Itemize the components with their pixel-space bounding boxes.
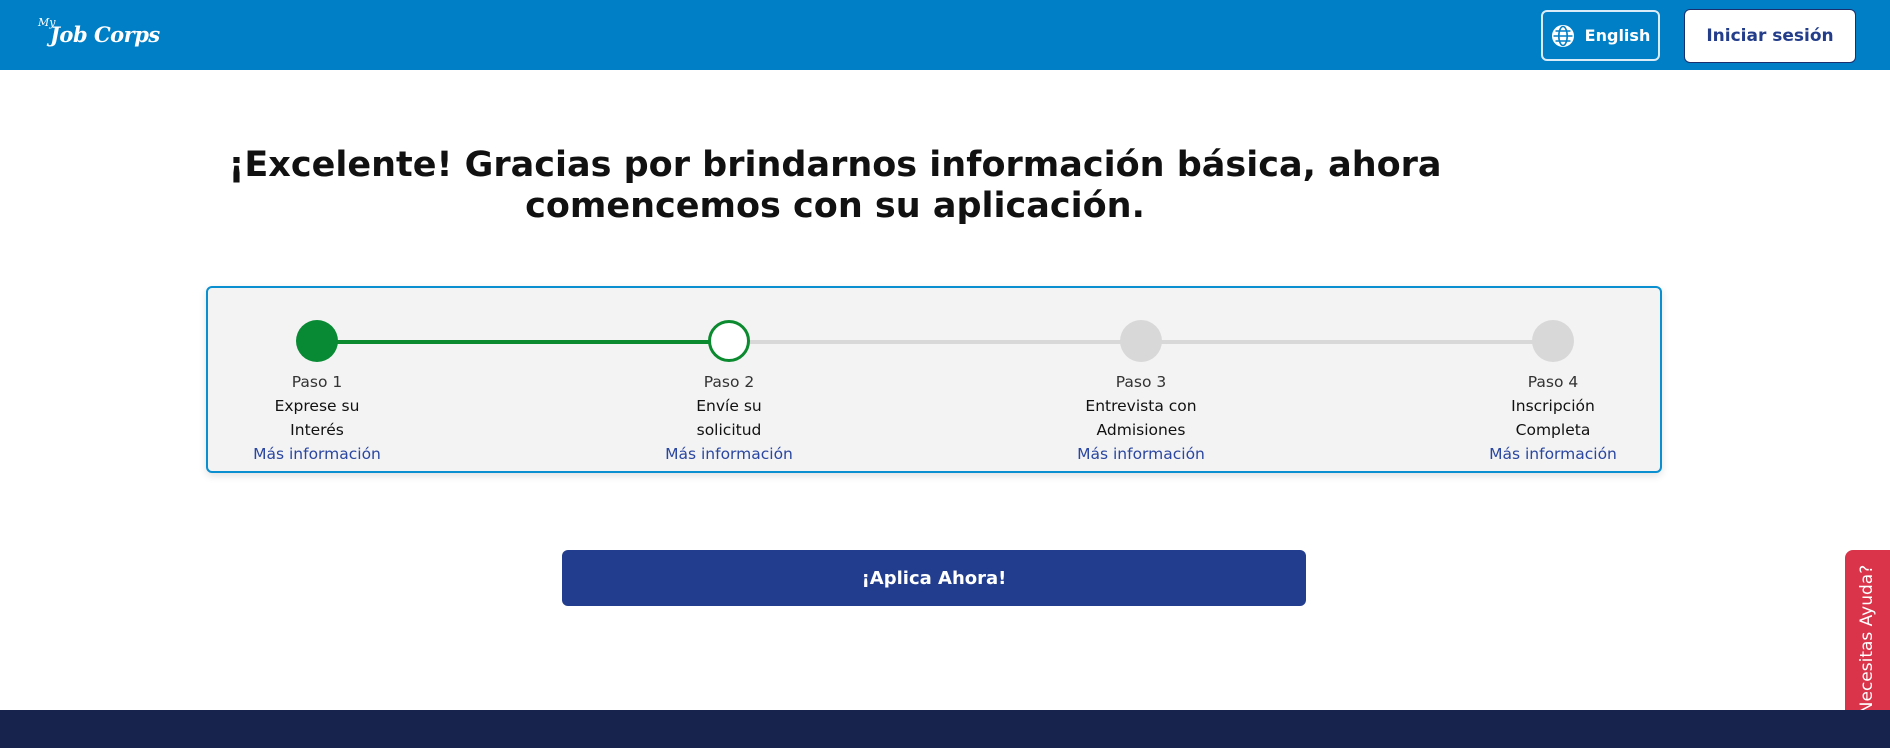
step-2: Paso 2 Envíe su solicitud Más informació… (639, 370, 819, 466)
step-number: Paso 3 (1115, 373, 1167, 391)
step-4-indicator (1532, 320, 1574, 362)
help-tab-label: ¿Necesitas Ayuda? (1857, 564, 1877, 724)
step-1-more-info-link[interactable]: Más información (227, 442, 407, 466)
step-name-line2: solicitud (696, 421, 762, 439)
language-label: English (1584, 26, 1651, 45)
step-number: Paso 2 (703, 373, 755, 391)
logo-brand: Job Corps (50, 22, 160, 47)
step-1-indicator (296, 320, 338, 362)
step-name-line1: Inscripción (1511, 397, 1595, 415)
application-stepper: Paso 1 Exprese su Interés Más informació… (206, 286, 1662, 473)
step-3: Paso 3 Entrevista con Admisiones Más inf… (1051, 370, 1231, 466)
step-3-indicator (1120, 320, 1162, 362)
step-name-line1: Exprese su (274, 397, 360, 415)
step-name-line2: Completa (1515, 421, 1591, 439)
step-name-line1: Entrevista con (1085, 397, 1197, 415)
step-1: Paso 1 Exprese su Interés Más informació… (227, 370, 407, 466)
site-footer (0, 710, 1890, 748)
step-4: Paso 4 Inscripción Completa Más informac… (1463, 370, 1643, 466)
step-number: Paso 4 (1527, 373, 1579, 391)
step-3-more-info-link[interactable]: Más información (1051, 442, 1231, 466)
globe-icon (1551, 24, 1574, 47)
language-toggle-button[interactable]: English (1541, 10, 1660, 61)
step-4-more-info-link[interactable]: Más información (1463, 442, 1643, 466)
step-name-line1: Envíe su (696, 397, 762, 415)
stepper-track-complete (316, 340, 728, 344)
apply-now-button[interactable]: ¡Aplica Ahora! (562, 550, 1306, 606)
step-2-indicator (708, 320, 750, 362)
step-2-more-info-link[interactable]: Más información (639, 442, 819, 466)
login-button[interactable]: Iniciar sesión (1684, 9, 1856, 63)
step-name-line2: Interés (290, 421, 344, 439)
job-corps-logo[interactable]: My Job Corps (38, 16, 168, 52)
page-title: ¡Excelente! Gracias por brindarnos infor… (228, 145, 1442, 226)
step-number: Paso 1 (291, 373, 343, 391)
site-header: My Job Corps English Iniciar sesión (0, 0, 1890, 70)
step-name-line2: Admisiones (1096, 421, 1186, 439)
